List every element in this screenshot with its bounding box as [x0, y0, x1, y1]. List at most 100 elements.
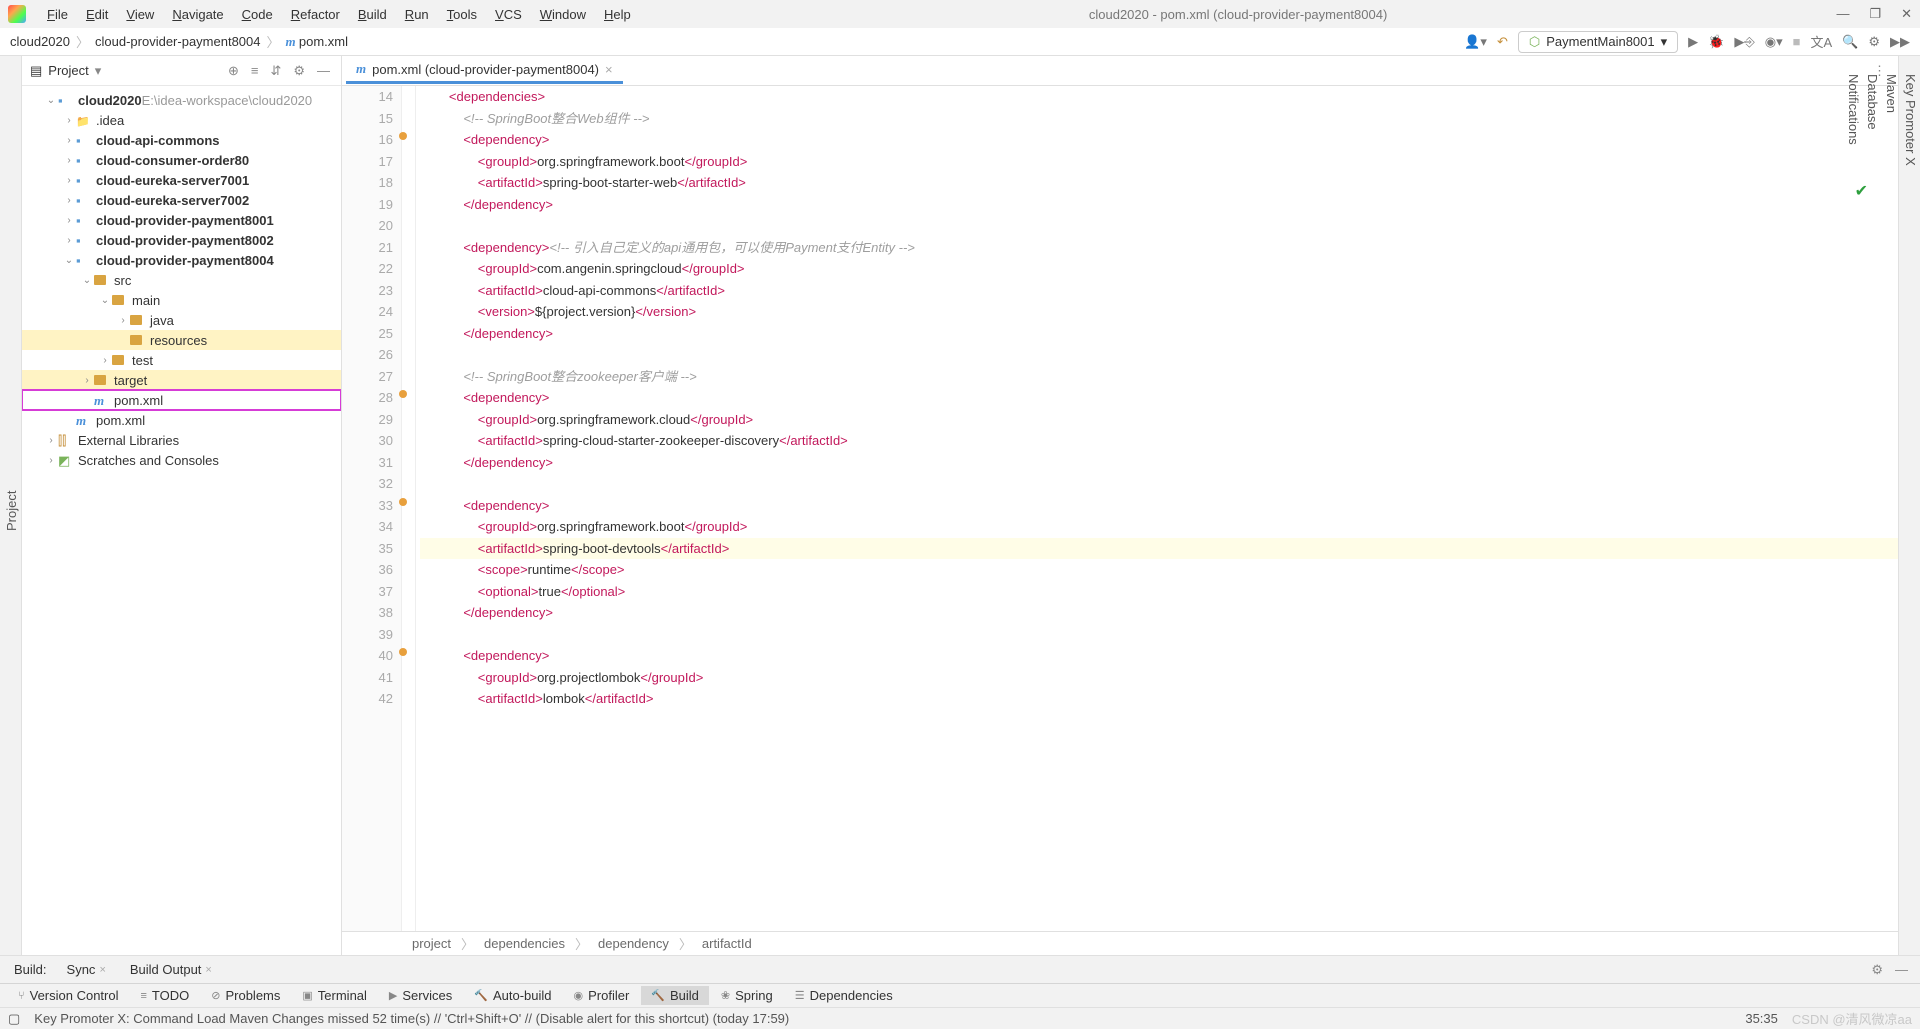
build-tab-sync[interactable]: Sync× — [57, 959, 116, 980]
tree-node[interactable]: ›▪cloud-consumer-order80 — [22, 150, 341, 170]
tree-node[interactable]: ⌄▪cloud-provider-payment8004 — [22, 250, 341, 270]
left-tool-bookmarks[interactable]: Bookmarks — [0, 66, 2, 955]
tree-node[interactable]: ›test — [22, 350, 341, 370]
back-arrow-icon[interactable]: ↶ — [1497, 34, 1508, 50]
window-controls: — ❐ ✕ — [1836, 6, 1912, 22]
right-tool-strip: Key Promoter X Maven Database Notificati… — [1898, 56, 1920, 955]
menu-refactor[interactable]: Refactor — [282, 5, 349, 24]
expand-all-icon[interactable]: ≡ — [248, 63, 262, 78]
line-gutter[interactable]: 1415161718192021222324252627282930313233… — [342, 86, 402, 931]
close-tab-icon[interactable]: × — [605, 62, 613, 77]
code-crumb[interactable]: artifactId — [702, 936, 752, 951]
build-hide-icon[interactable]: — — [1891, 962, 1912, 977]
status-bar: ▢ Key Promoter X: Command Load Maven Cha… — [0, 1007, 1920, 1029]
status-icon[interactable]: ▢ — [8, 1011, 20, 1027]
settings-icon[interactable]: ⚙ — [1868, 34, 1880, 50]
menu-help[interactable]: Help — [595, 5, 640, 24]
run-anything-icon[interactable]: ▶▶ — [1890, 34, 1910, 50]
select-opened-icon[interactable]: ⊕ — [225, 63, 242, 79]
left-tool-strip: Project Bookmarks Structure — [0, 56, 22, 955]
tree-node[interactable]: ›▪cloud-eureka-server7002 — [22, 190, 341, 210]
tool-dependencies[interactable]: ☰Dependencies — [785, 986, 903, 1005]
build-tab-output[interactable]: Build Output× — [120, 959, 222, 980]
coverage-button[interactable]: ▶⎆ — [1734, 34, 1754, 50]
tree-node[interactable]: ›⫿⫿External Libraries — [22, 430, 341, 450]
collapse-all-icon[interactable]: ⇵ — [267, 63, 284, 79]
editor: m pom.xml (cloud-provider-payment8004) ×… — [342, 56, 1898, 955]
fold-column[interactable] — [402, 86, 416, 931]
minimize-button[interactable]: — — [1836, 6, 1849, 22]
tool-services[interactable]: ▶Services — [379, 986, 462, 1005]
tree-node[interactable]: ⌄src — [22, 270, 341, 290]
menu-tools[interactable]: Tools — [438, 5, 486, 24]
caret-position[interactable]: 35:35 — [1745, 1011, 1778, 1026]
code-crumb[interactable]: project — [412, 936, 451, 951]
menu-bar: FileEditViewNavigateCodeRefactorBuildRun… — [0, 0, 1920, 28]
tree-node[interactable]: ›▪cloud-api-commons — [22, 130, 341, 150]
crumb-1[interactable]: cloud-provider-payment8004 — [95, 34, 260, 49]
tab-label: pom.xml (cloud-provider-payment8004) — [372, 62, 599, 77]
pane-settings-icon[interactable]: ⚙ — [290, 63, 308, 79]
tree-node[interactable]: mpom.xml — [22, 390, 341, 410]
maximize-button[interactable]: ❐ — [1869, 6, 1881, 22]
menu-build[interactable]: Build — [349, 5, 396, 24]
watermark: CSDN @清风微凉aa — [1792, 1009, 1912, 1028]
tree-node[interactable]: ›▪cloud-eureka-server7001 — [22, 170, 341, 190]
run-configuration-selector[interactable]: ⬡ PaymentMain8001 ▾ — [1518, 31, 1678, 53]
tree-node[interactable]: ›target — [22, 370, 341, 390]
tool-version-control[interactable]: ⑂Version Control — [8, 986, 129, 1005]
tree-node[interactable]: resources — [22, 330, 341, 350]
hide-pane-icon[interactable]: — — [314, 63, 333, 78]
tool-terminal[interactable]: ▣Terminal — [292, 986, 377, 1005]
tree-node[interactable]: mpom.xml — [22, 410, 341, 430]
tree-node[interactable]: ›▪cloud-provider-payment8001 — [22, 210, 341, 230]
tool-auto-build[interactable]: 🔨Auto-build — [464, 986, 561, 1005]
status-message: Key Promoter X: Command Load Maven Chang… — [34, 1011, 789, 1026]
code-content[interactable]: <dependencies> <!-- SpringBoot整合Web组件 --… — [416, 86, 1898, 931]
editor-tab[interactable]: m pom.xml (cloud-provider-payment8004) × — [346, 57, 623, 84]
close-button[interactable]: ✕ — [1901, 6, 1912, 22]
bottom-tool-buttons: ⑂Version Control≡TODO⊘Problems▣Terminal▶… — [0, 983, 1920, 1007]
build-tool-window-tabs: Build: Sync× Build Output× ⚙ — — [0, 955, 1920, 983]
code-crumb[interactable]: dependency — [598, 936, 669, 951]
app-logo — [8, 5, 26, 23]
menu-code[interactable]: Code — [233, 5, 282, 24]
tool-problems[interactable]: ⊘Problems — [201, 986, 290, 1005]
maven-file-icon: m — [356, 61, 366, 77]
run-button[interactable]: ▶ — [1688, 34, 1698, 50]
debug-button[interactable]: 🐞 — [1708, 34, 1724, 50]
tool-spring[interactable]: ❀Spring — [711, 986, 783, 1005]
build-settings-icon[interactable]: ⚙ — [1867, 962, 1887, 978]
translate-icon[interactable]: 文A — [1810, 32, 1832, 51]
tree-node[interactable]: ⌄main — [22, 290, 341, 310]
right-tool-keypromoter[interactable]: Key Promoter X — [1901, 66, 1920, 955]
tool-build[interactable]: 🔨Build — [641, 986, 709, 1005]
menu-run[interactable]: Run — [396, 5, 438, 24]
menu-view[interactable]: View — [117, 5, 163, 24]
stop-button[interactable]: ■ — [1793, 34, 1801, 49]
menu-edit[interactable]: Edit — [77, 5, 117, 24]
crumb-0[interactable]: cloud2020 — [10, 34, 70, 49]
inspection-ok-icon[interactable]: ✔ — [1855, 181, 1868, 201]
add-user-icon[interactable]: 👤▾ — [1464, 34, 1487, 50]
tree-node[interactable]: ›java — [22, 310, 341, 330]
tool-todo[interactable]: ≡TODO — [131, 986, 200, 1005]
tool-profiler[interactable]: ◉Profiler — [564, 986, 640, 1005]
tree-node[interactable]: ›◩Scratches and Consoles — [22, 450, 341, 470]
tree-node[interactable]: ›▪cloud-provider-payment8002 — [22, 230, 341, 250]
project-tree[interactable]: ⌄▪cloud2020 E:\idea-workspace\cloud2020›… — [22, 86, 341, 955]
left-tool-project[interactable]: Project — [2, 66, 21, 955]
window-title: cloud2020 - pom.xml (cloud-provider-paym… — [642, 7, 1835, 22]
menu-navigate[interactable]: Navigate — [163, 5, 232, 24]
tree-node[interactable]: ⌄▪cloud2020 E:\idea-workspace\cloud2020 — [22, 90, 341, 110]
tree-node[interactable]: ›.idea — [22, 110, 341, 130]
menu-vcs[interactable]: VCS — [486, 5, 531, 24]
menu-window[interactable]: Window — [531, 5, 595, 24]
crumb-2[interactable]: m pom.xml — [286, 34, 349, 50]
editor-breadcrumbs[interactable]: project〉dependencies〉dependency〉artifact… — [342, 931, 1898, 955]
breadcrumb[interactable]: cloud2020〉cloud-provider-payment8004〉m p… — [10, 32, 348, 51]
profile-button[interactable]: ◉▾ — [1765, 34, 1783, 50]
menu-file[interactable]: File — [38, 5, 77, 24]
code-crumb[interactable]: dependencies — [484, 936, 565, 951]
search-icon[interactable]: 🔍 — [1842, 34, 1858, 50]
